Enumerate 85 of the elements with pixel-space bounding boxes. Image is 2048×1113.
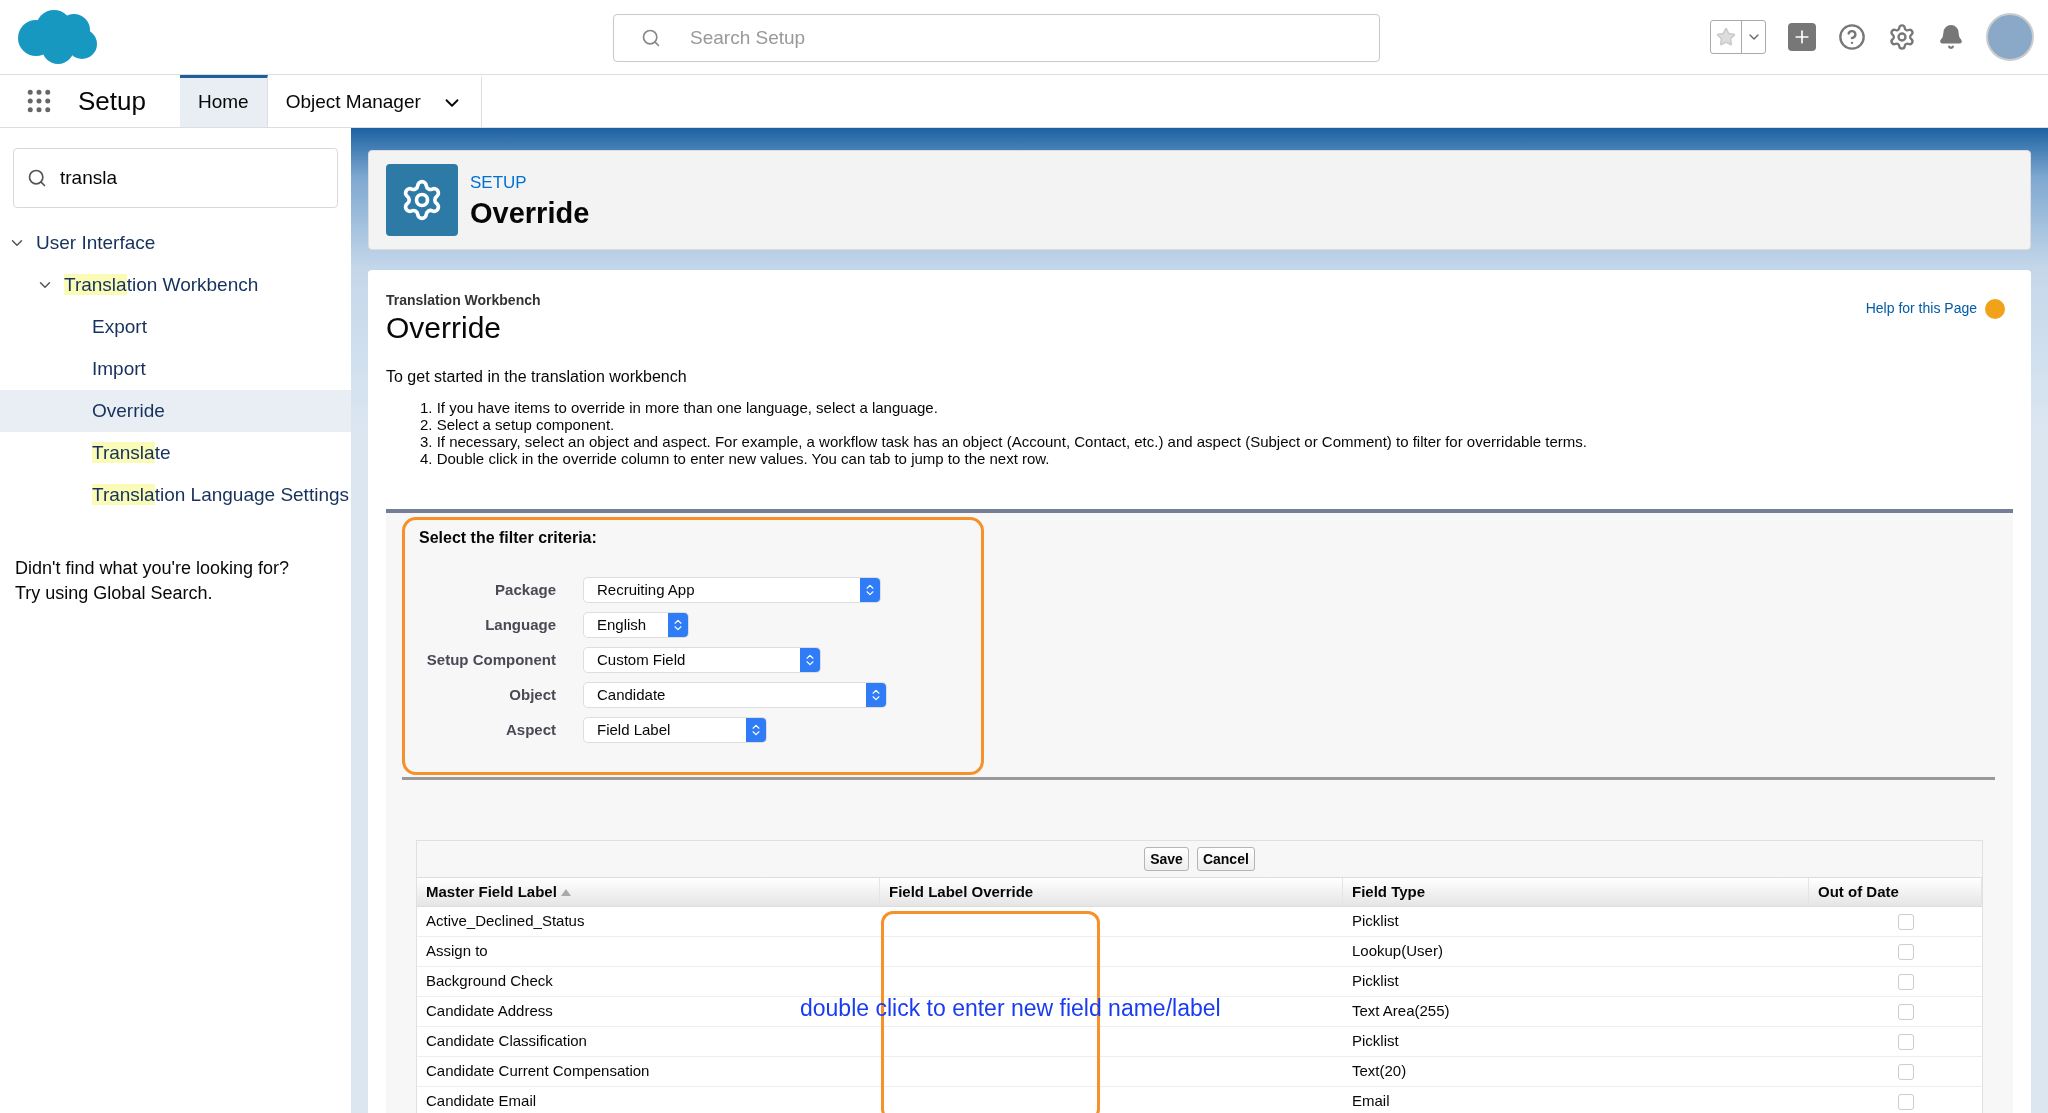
stepper-icon (746, 718, 766, 742)
tree-item[interactable]: Override (0, 390, 351, 432)
help-icon[interactable] (1838, 23, 1866, 51)
help-text: Didn't find what you're looking for? (15, 557, 291, 580)
tree-item[interactable]: Export (0, 306, 351, 348)
bell-icon[interactable] (1938, 24, 1964, 50)
search-icon (27, 168, 47, 188)
stepper-icon (866, 683, 886, 707)
tree-item[interactable]: Translate (0, 432, 351, 474)
tree-item-label: Export (92, 314, 147, 339)
gear-tile-icon (386, 164, 458, 236)
table-cell-text: Picklist (1351, 971, 1400, 992)
table-cell-text: Active_Declined_Status (425, 911, 586, 932)
select-field[interactable]: Field Label (584, 718, 766, 742)
table-cell-text: Candidate Email (425, 1091, 538, 1112)
select-field[interactable]: English (584, 613, 688, 637)
column-header[interactable]: Master Field Label (426, 880, 557, 904)
table-cell-text: Candidate Address (425, 1001, 554, 1022)
stepper-icon (668, 613, 688, 637)
step-text: 1. If you have items to override in more than one language, select a language. (420, 399, 939, 416)
cancel-button[interactable]: Cancel (1196, 847, 1255, 871)
column-header[interactable]: Field Label Override (889, 880, 1034, 904)
help-text: Try using Global Search. (15, 582, 214, 605)
table-cell-text: Picklist (1351, 1031, 1400, 1052)
header-eyebrow: SETUP (470, 172, 528, 195)
step-text: 4. Double click in the override column to enter new values. You can tab to jump to the next row. (420, 450, 1051, 467)
table-cell-text: Candidate Current Compensation (425, 1061, 651, 1082)
save-button[interactable]: Save (1144, 847, 1189, 871)
field-label: Package (494, 579, 556, 600)
add-button[interactable] (1788, 23, 1816, 51)
select-field[interactable]: Recruiting App (584, 578, 880, 602)
tree-item[interactable]: Translation Workbench (0, 264, 351, 306)
tree-item[interactable]: Translation Language Settings (0, 474, 351, 516)
app-name: Setup (78, 84, 146, 118)
help-icon[interactable] (1985, 298, 2005, 319)
filter-title: Select the filter criteria: (419, 529, 597, 546)
checkbox[interactable] (1897, 1063, 1914, 1080)
search-field[interactable]: Search Setup (613, 14, 1380, 62)
field-label: Setup Component (425, 649, 556, 670)
tree-item[interactable]: User Interface (0, 222, 351, 264)
table-cell-text: Text(20) (1351, 1061, 1408, 1082)
tree-item[interactable]: Import (0, 348, 351, 390)
select-field[interactable]: Candidate (584, 683, 886, 707)
table-cell-text: Background Check (425, 971, 554, 992)
checkbox[interactable] (1897, 1003, 1914, 1020)
checkbox[interactable] (1897, 1033, 1914, 1050)
breadcrumb: Translation Workbench (386, 291, 541, 310)
table-cell-text: Candidate Classification (425, 1031, 588, 1052)
tree-item-label: Translation Workbench (64, 272, 259, 297)
nav-tab[interactable]: Home (179, 75, 268, 127)
search-field[interactable]: transla (13, 148, 338, 208)
header-title: Override (470, 195, 590, 230)
checkbox[interactable] (1897, 973, 1914, 990)
search-icon (641, 28, 661, 48)
checkbox[interactable] (1897, 943, 1914, 960)
settings-icon[interactable] (1888, 23, 1916, 51)
tree-item-label: Translation Language Settings (92, 482, 350, 507)
step-text: 2. Select a setup component. (420, 416, 616, 433)
stepper-icon (800, 648, 820, 672)
favorites-button[interactable] (1710, 20, 1766, 54)
checkbox[interactable] (1897, 1093, 1914, 1110)
intro-text: To get started in the translation workbench (386, 367, 688, 387)
tree-item-label: Translate (92, 440, 171, 465)
field-label: Object (508, 684, 556, 705)
tree-item-label: Override (92, 398, 165, 423)
column-header[interactable]: Field Type (1352, 880, 1426, 904)
avatar[interactable] (1986, 13, 2034, 61)
step-text: 3. If necessary, select an object and aspect. For example, a workflow task has an object (Account, Contact, etc.) and aspect (Subject or Comment) to filter for overridable terms. (420, 433, 1588, 450)
table-cell-text: Email (1351, 1091, 1391, 1112)
help-link[interactable]: Help for this Page (1865, 298, 1977, 319)
select-field[interactable]: Custom Field (584, 648, 820, 672)
tree-item-label: User Interface (36, 230, 156, 255)
tree-item-label: Import (92, 356, 146, 381)
nav-tab[interactable]: Object Manager (267, 75, 482, 127)
table-cell-text: Picklist (1351, 911, 1400, 932)
column-header[interactable]: Out of Date (1818, 880, 1899, 904)
field-label: Language (484, 614, 556, 635)
table-cell-text: Assign to (425, 941, 489, 962)
table-cell-text: Text Area(255) (1351, 1001, 1451, 1022)
stepper-icon (860, 578, 880, 602)
field-label: Aspect (504, 719, 556, 740)
checkbox[interactable] (1897, 913, 1914, 930)
star-icon (1716, 27, 1736, 47)
page-title: Override (386, 311, 503, 345)
table-cell-text: Lookup(User) (1351, 941, 1444, 962)
